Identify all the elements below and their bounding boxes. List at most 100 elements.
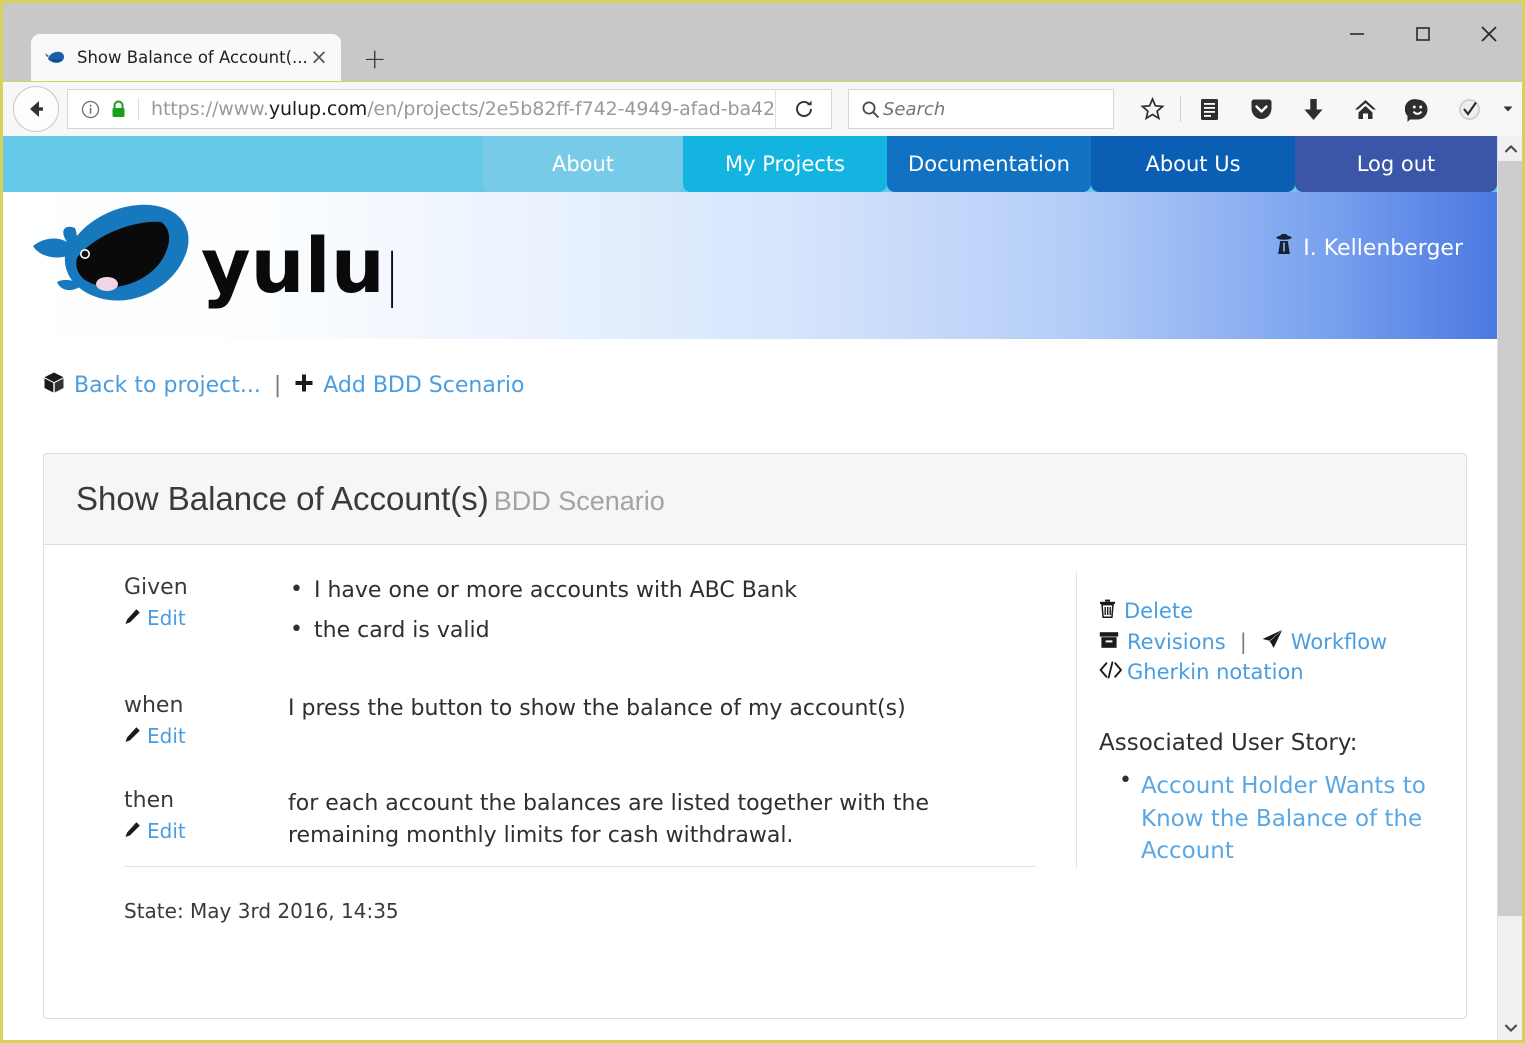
svg-text:yulup: yulup: [201, 221, 393, 310]
nav-tab-my-projects[interactable]: My Projects: [683, 136, 887, 192]
gherkin-notation-action[interactable]: Gherkin notation: [1099, 660, 1446, 684]
page-viewport: About My Projects Documentation About Us…: [3, 136, 1522, 1040]
nav-tab-log-out[interactable]: Log out: [1295, 136, 1497, 192]
browser-tab[interactable]: Show Balance of Account(... ×: [31, 34, 341, 81]
url-text[interactable]: https://www.yulup.com/en/projects/2e5b82…: [138, 98, 775, 120]
edit-then-button[interactable]: Edit: [124, 819, 290, 843]
crumb-separator: |: [273, 373, 282, 398]
user-name: I. Kellenberger: [1303, 235, 1463, 261]
close-icon[interactable]: [1456, 3, 1522, 65]
given-list: I have one or more accounts with ABC Ban…: [290, 574, 1036, 647]
card-title-main: Show Balance of Account(s): [76, 480, 489, 517]
vertical-scrollbar[interactable]: [1497, 136, 1522, 1040]
chevron-down-icon[interactable]: [1495, 87, 1521, 131]
associated-story-heading: Associated User Story:: [1099, 730, 1358, 756]
sidebar-separator: |: [1239, 629, 1247, 654]
archive-icon: [1099, 630, 1119, 654]
url-prefix: https://www.: [151, 98, 269, 120]
page-title: Show Balance of Account(s) BDD Scenario: [76, 480, 665, 517]
search-input[interactable]: [883, 98, 1105, 120]
pencil-icon: [124, 724, 141, 748]
step-when: when Edit I press the button to show the…: [124, 693, 1036, 748]
code-icon: [1099, 660, 1123, 684]
new-tab-button[interactable]: +: [363, 45, 386, 73]
browser-toolbar-icons: [1126, 87, 1524, 131]
padlock-icon[interactable]: [104, 100, 132, 119]
associated-story-list: Account Holder Wants to Know the Balance…: [1099, 768, 1446, 868]
edit-label: Edit: [147, 818, 186, 843]
step-content-when: I press the button to show the balance o…: [288, 695, 906, 721]
delete-action[interactable]: Delete: [1099, 599, 1446, 623]
minimize-icon[interactable]: [1324, 3, 1390, 65]
scenario-steps: Given Edit • I have one or more accounts…: [44, 545, 1076, 1018]
cube-icon: [43, 371, 65, 400]
checkmark-badge-icon[interactable]: [1443, 87, 1495, 131]
url-domain: yulup.com: [268, 98, 368, 120]
gherkin-label[interactable]: Gherkin notation: [1127, 660, 1304, 684]
step-keyword: then: [124, 787, 175, 813]
url-path: /en/projects/2e5b82ff-f742-4949-afad-ba4…: [367, 98, 775, 120]
revisions-workflow-row: Revisions | Workflow: [1099, 629, 1446, 654]
nav-tab-documentation[interactable]: Documentation: [887, 136, 1091, 192]
card-header: Show Balance of Account(s) BDD Scenario: [44, 454, 1466, 545]
delete-label[interactable]: Delete: [1124, 599, 1193, 623]
chevron-down-icon[interactable]: [1498, 1015, 1522, 1040]
user-secret-icon: [1274, 233, 1294, 262]
paper-plane-icon: [1261, 629, 1283, 654]
card-sidebar: Delete Revisions | Workflow Gherkin nota…: [1076, 571, 1466, 868]
step-keyword: when: [124, 692, 184, 718]
home-icon[interactable]: [1339, 87, 1391, 131]
plus-icon: [294, 373, 314, 399]
web-page: About My Projects Documentation About Us…: [3, 136, 1497, 1040]
step-given: Given Edit • I have one or more accounts…: [124, 574, 1036, 655]
star-icon[interactable]: [1126, 87, 1178, 131]
browser-toolbar: https://www.yulup.com/en/projects/2e5b82…: [3, 81, 1522, 136]
add-bdd-scenario-link[interactable]: Add BDD Scenario: [294, 373, 524, 399]
download-icon[interactable]: [1287, 87, 1339, 131]
add-bdd-scenario-label[interactable]: Add BDD Scenario: [323, 373, 524, 398]
whale-icon: [45, 47, 67, 69]
edit-label: Edit: [147, 606, 186, 630]
card-subtitle: BDD Scenario: [493, 486, 665, 516]
step-keyword: Given: [124, 575, 188, 600]
browser-tab-title: Show Balance of Account(...: [77, 48, 307, 67]
back-to-project-label[interactable]: Back to project...: [74, 373, 261, 398]
user-display[interactable]: I. Kellenberger: [1274, 233, 1463, 262]
yulup-logo[interactable]: yulup: [23, 194, 439, 329]
revisions-label[interactable]: Revisions: [1127, 630, 1226, 654]
workflow-label[interactable]: Workflow: [1291, 630, 1387, 654]
close-tab-icon[interactable]: ×: [307, 47, 331, 68]
nav-tab-about-us[interactable]: About Us: [1091, 136, 1295, 192]
list-item: I have one or more accounts with ABC Ban…: [290, 574, 1036, 607]
pocket-icon[interactable]: [1235, 87, 1287, 131]
chevron-up-icon[interactable]: [1498, 136, 1522, 161]
step-label-group: then Edit: [124, 788, 290, 852]
reload-icon[interactable]: [775, 89, 831, 129]
browser-tab-strip: Show Balance of Account(... × +: [3, 3, 1522, 81]
story-link[interactable]: Account Holder Wants to Know the Balance…: [1141, 770, 1446, 868]
edit-given-button[interactable]: Edit: [124, 606, 290, 630]
address-bar[interactable]: https://www.yulup.com/en/projects/2e5b82…: [67, 89, 832, 129]
info-icon[interactable]: [76, 100, 104, 119]
list-item: the card is valid: [290, 614, 1036, 647]
search-icon: [857, 100, 883, 119]
smiley-icon[interactable]: [1391, 87, 1443, 131]
trash-icon: [1099, 599, 1116, 623]
nav-tab-about[interactable]: About: [483, 136, 683, 192]
reader-list-icon[interactable]: [1183, 87, 1235, 131]
back-arrow-icon[interactable]: [13, 86, 59, 132]
toolbar-divider-2: [1523, 96, 1524, 122]
window-controls: [1324, 3, 1522, 65]
scrollbar-thumb[interactable]: [1498, 161, 1522, 916]
step-content-given: I have one or more accounts with ABC Ban…: [290, 574, 1036, 655]
pencil-icon: [124, 819, 141, 843]
step-content-then: for each account the balances are listed…: [288, 790, 929, 848]
edit-label: Edit: [147, 723, 186, 748]
maximize-icon[interactable]: [1390, 3, 1456, 65]
toolbar-divider: [1180, 96, 1181, 122]
back-to-project-link[interactable]: Back to project...: [43, 371, 261, 400]
site-header: yulup I. Kellenberger: [3, 192, 1497, 339]
browser-window: Show Balance of Account(... × + https://…: [0, 0, 1525, 1043]
search-bar[interactable]: [848, 89, 1114, 129]
edit-when-button[interactable]: Edit: [124, 724, 290, 748]
